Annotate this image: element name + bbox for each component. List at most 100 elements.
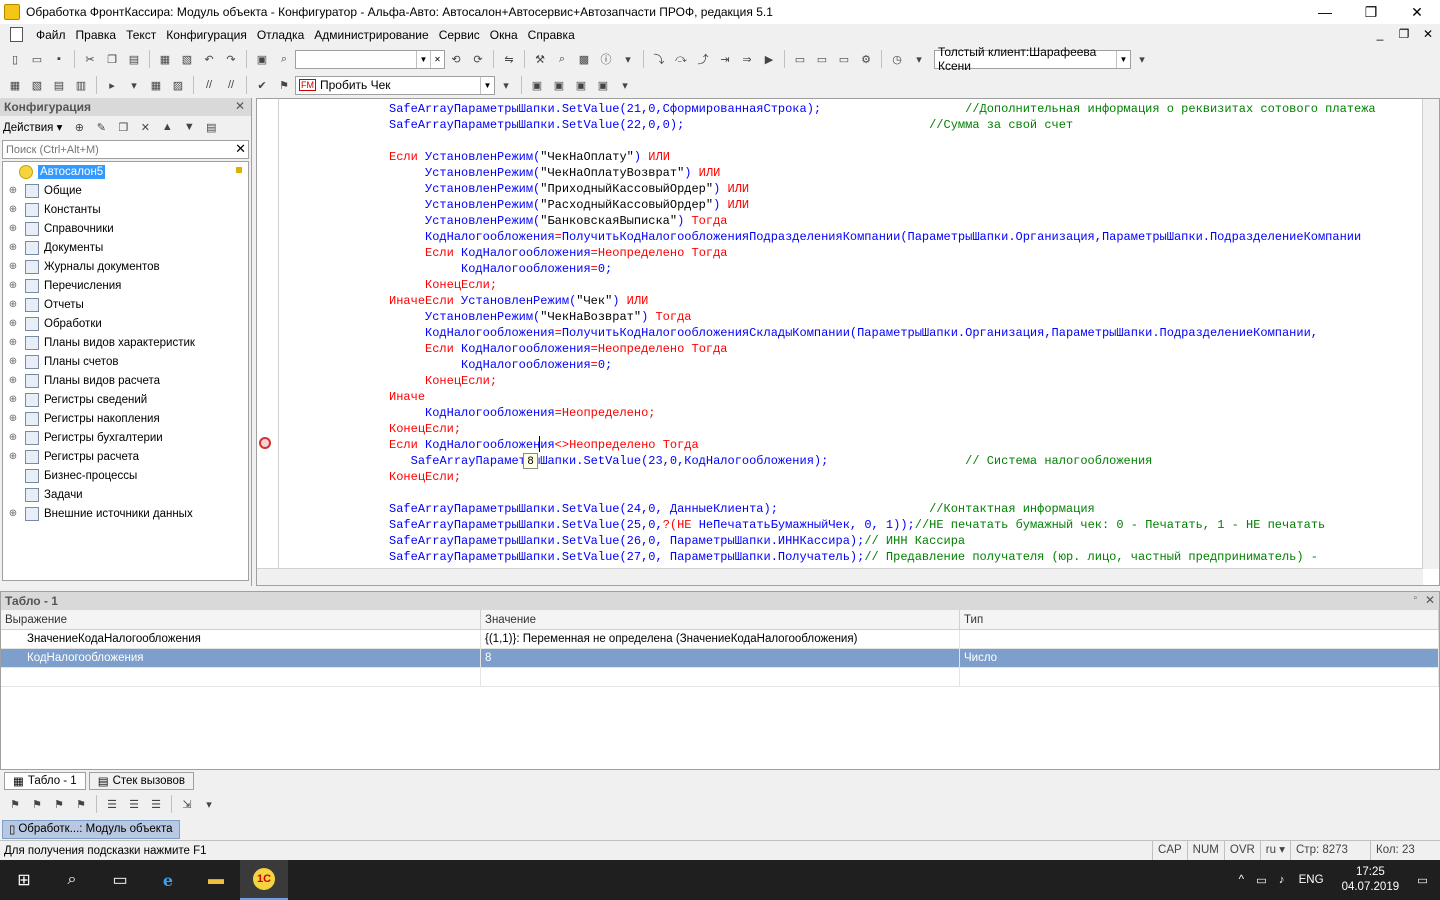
expand-icon[interactable]: ⊕ bbox=[7, 337, 19, 348]
menu-debug[interactable]: Отладка bbox=[252, 28, 309, 42]
code-line[interactable]: Иначе bbox=[281, 389, 1421, 405]
code-line[interactable]: КодНалогообложения=ПолучитьКодНалогообло… bbox=[281, 229, 1421, 245]
code-line[interactable]: Если КодНалогообложения=Неопределено Тог… bbox=[281, 341, 1421, 357]
code-line[interactable]: Если КодНалогообложения<>Неопределено То… bbox=[281, 437, 1421, 453]
tree-item-tasks[interactable]: Задачи bbox=[3, 485, 248, 504]
chevron-down-icon[interactable]: ▼ bbox=[1116, 50, 1130, 68]
code-line[interactable]: КонецЕсли; bbox=[281, 373, 1421, 389]
task-view-icon[interactable]: ▭ bbox=[96, 860, 144, 900]
run-to-cursor-icon[interactable]: ⇥ bbox=[716, 50, 734, 68]
calc-icon[interactable]: ▦ bbox=[6, 76, 24, 94]
flag2-icon[interactable]: ⚑ bbox=[28, 795, 46, 813]
expand-icon[interactable]: ⊕ bbox=[7, 451, 19, 462]
expand-icon[interactable]: ⊕ bbox=[7, 299, 19, 310]
table-icon[interactable]: ▥ bbox=[72, 76, 90, 94]
window-list-item[interactable]: ▯ Обработк...: Модуль объекта bbox=[2, 819, 180, 839]
code-line[interactable]: SafeArrayПараметрыШапки.SetValue(23,0,Ко… bbox=[281, 453, 1421, 469]
menu-help[interactable]: Справка bbox=[523, 28, 580, 42]
open-file-icon[interactable]: ▭ bbox=[28, 50, 46, 68]
expand-icon[interactable]: ⊕ bbox=[7, 432, 19, 443]
notifications-icon[interactable]: ▭ bbox=[1417, 873, 1428, 887]
breakpoint-arrow-icon[interactable] bbox=[259, 437, 271, 449]
1c-app-icon[interactable]: 1C bbox=[240, 860, 288, 900]
export-icon[interactable]: ⇲ bbox=[178, 795, 196, 813]
procedure-combo[interactable]: FM Пробить Чек ▼ bbox=[295, 75, 495, 95]
copy-icon[interactable]: ❐ bbox=[114, 118, 132, 136]
code-line[interactable]: SafeArrayПараметрыШапки.SetValue(27,0, П… bbox=[281, 549, 1421, 565]
dropdown-icon[interactable]: ▾ bbox=[616, 76, 634, 94]
tree-item-chart-of-accounts[interactable]: ⊕ Планы счетов bbox=[3, 352, 248, 371]
tree-item-dataprocessors[interactable]: ⊕ Обработки bbox=[3, 314, 248, 333]
step-over-icon[interactable]: ⤼ bbox=[672, 50, 690, 68]
menu-edit[interactable]: Правка bbox=[71, 28, 122, 42]
preview-icon[interactable]: ▧ bbox=[178, 50, 196, 68]
inner-close-button[interactable]: ✕ bbox=[1416, 24, 1440, 45]
bookmark-clear-icon[interactable]: ▣ bbox=[594, 76, 612, 94]
template-icon[interactable]: ▸ bbox=[103, 76, 121, 94]
code-line[interactable]: КонецЕсли; bbox=[281, 277, 1421, 293]
dropdown-icon[interactable]: ▾ bbox=[910, 50, 928, 68]
config-search-input[interactable] bbox=[3, 141, 223, 158]
continue-icon[interactable]: ▶ bbox=[760, 50, 778, 68]
window-icon[interactable]: ▭ bbox=[791, 50, 809, 68]
step-out-icon[interactable]: ⤴ bbox=[694, 50, 712, 68]
client-combo[interactable]: Толстый клиент:Шарафеева Ксени ▼ bbox=[934, 45, 1131, 73]
sort-icon[interactable]: ▤ bbox=[202, 118, 220, 136]
inner-minimize-button[interactable]: _ bbox=[1368, 24, 1392, 45]
code-line[interactable]: УстановленРежим("ЧекНаОплатуВозврат") ИЛ… bbox=[281, 165, 1421, 181]
delete-icon[interactable]: ✕ bbox=[136, 118, 154, 136]
code-area[interactable]: SafeArrayПараметрыШапки.SetValue(21,0,Сф… bbox=[281, 101, 1421, 567]
code-editor[interactable]: SafeArrayПараметрыШапки.SetValue(21,0,Сф… bbox=[256, 98, 1440, 586]
table-row[interactable]: ЗначениеКодаНалогообложения {(1,1)}: Пер… bbox=[1, 630, 1439, 649]
list-icon[interactable]: ☰ bbox=[147, 795, 165, 813]
minimize-button[interactable]: — bbox=[1302, 0, 1348, 24]
code-line[interactable] bbox=[281, 133, 1421, 149]
tree-item-constants[interactable]: ⊕ Константы bbox=[3, 200, 248, 219]
horizontal-scrollbar[interactable] bbox=[257, 568, 1423, 585]
dropdown-icon[interactable]: ▾ bbox=[497, 76, 515, 94]
status-lang[interactable]: ru ▾ bbox=[1259, 841, 1290, 861]
menu-file[interactable]: Файл bbox=[31, 28, 71, 42]
clock[interactable]: 17:25 04.07.2019 bbox=[1342, 865, 1400, 895]
tree-item-accumulation-registers[interactable]: ⊕ Регистры накопления bbox=[3, 409, 248, 428]
expand-icon[interactable]: ⊕ bbox=[7, 280, 19, 291]
bookmark-icon[interactable]: ▣ bbox=[528, 76, 546, 94]
checkmark-icon[interactable]: ✔ bbox=[253, 76, 271, 94]
code-line[interactable]: УстановленРежим("ЧекНаВозврат") Тогда bbox=[281, 309, 1421, 325]
chevron-up-icon[interactable]: ^ bbox=[1239, 874, 1244, 886]
internet-explorer-icon[interactable]: e bbox=[144, 860, 192, 900]
copy-icon[interactable]: ❐ bbox=[103, 50, 121, 68]
syntax-check-icon[interactable]: ⇋ bbox=[500, 50, 518, 68]
debug-config-icon[interactable]: ⚒ bbox=[531, 50, 549, 68]
tree-item-chart-of-characteristic-types[interactable]: ⊕ Планы видов характеристик bbox=[3, 333, 248, 352]
close-button[interactable]: ✕ bbox=[1394, 0, 1440, 24]
code-line[interactable]: КодНалогообложения=ПолучитьКодНалогообло… bbox=[281, 325, 1421, 341]
code-line[interactable] bbox=[281, 485, 1421, 501]
calendar-icon[interactable]: ▧ bbox=[28, 76, 46, 94]
clear-icon[interactable]: ✕ bbox=[235, 141, 246, 157]
expand-icon[interactable]: ⊕ bbox=[7, 242, 19, 253]
bookmark-prev-icon[interactable]: ▣ bbox=[572, 76, 590, 94]
bookmark-next-icon[interactable]: ▣ bbox=[550, 76, 568, 94]
code-line[interactable]: SafeArrayПараметрыШапки.SetValue(22,0,0)… bbox=[281, 117, 1421, 133]
paste-icon[interactable]: ▤ bbox=[125, 50, 143, 68]
code-line[interactable]: SafeArrayПараметрыШапки.SetValue(25,0,?(… bbox=[281, 517, 1421, 533]
expand-icon[interactable]: ⊕ bbox=[7, 413, 19, 424]
code-line[interactable]: КодНалогообложения=0; bbox=[281, 261, 1421, 277]
code-line[interactable]: УстановленРежим("РасходныйКассовыйОрдер"… bbox=[281, 197, 1421, 213]
search-icon[interactable]: ⌕ bbox=[275, 50, 293, 68]
volume-icon[interactable]: ♪ bbox=[1279, 874, 1285, 886]
tray-lang[interactable]: ENG bbox=[1299, 874, 1324, 886]
file-explorer-icon[interactable]: ▬ bbox=[192, 860, 240, 900]
edit-icon[interactable]: ✎ bbox=[92, 118, 110, 136]
windows-start-icon[interactable]: ⊞ bbox=[0, 860, 48, 900]
vertical-scrollbar[interactable] bbox=[1422, 99, 1439, 569]
find-next-icon[interactable]: ⟳ bbox=[469, 50, 487, 68]
tree-item-calculation-types[interactable]: ⊕ Планы видов расчета bbox=[3, 371, 248, 390]
tree-item-calculation-registers[interactable]: ⊕ Регистры расчета bbox=[3, 447, 248, 466]
outdent-icon[interactable]: ☰ bbox=[125, 795, 143, 813]
redo-icon[interactable]: ↷ bbox=[222, 50, 240, 68]
gear-window-icon[interactable]: ⚙ bbox=[857, 50, 875, 68]
expand-icon[interactable]: ⊕ bbox=[7, 223, 19, 234]
editor-gutter[interactable] bbox=[257, 99, 279, 569]
